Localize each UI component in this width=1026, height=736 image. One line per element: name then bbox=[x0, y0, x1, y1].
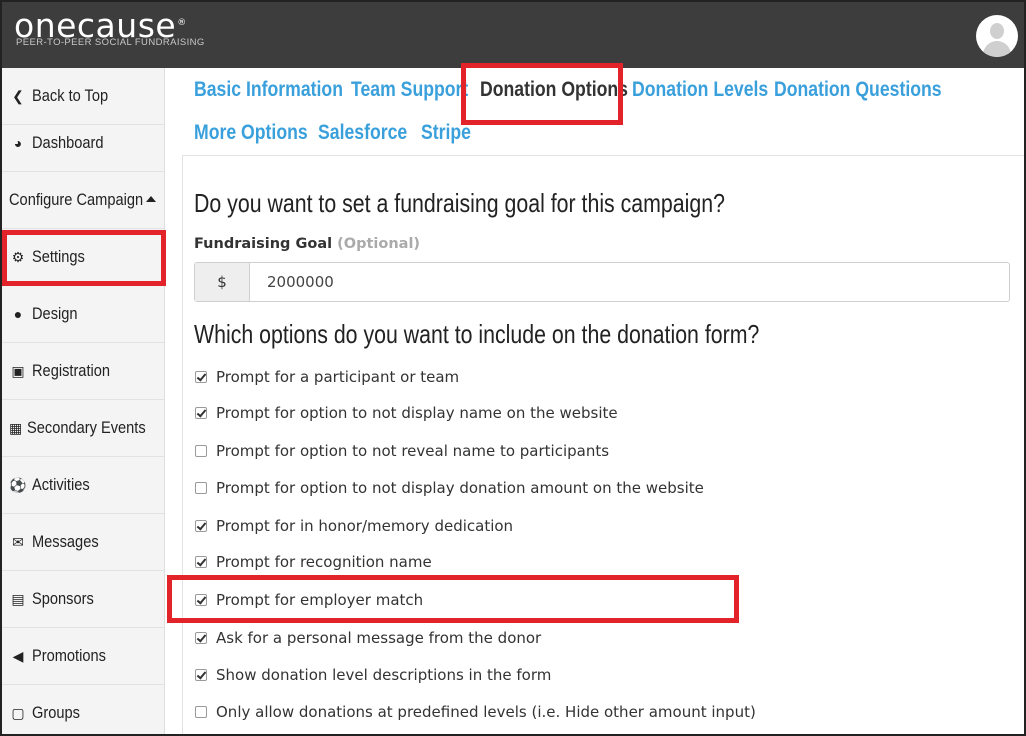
sidebar-item-activities[interactable]: ⚽ Activities bbox=[2, 457, 164, 514]
option-checkbox[interactable] bbox=[195, 407, 207, 419]
top-header: onecause® PEER-TO-PEER SOCIAL FUNDRAISIN… bbox=[2, 2, 1024, 68]
dashboard-gauge-icon: ◕ bbox=[13, 135, 23, 151]
option-checkbox[interactable] bbox=[195, 632, 207, 644]
sidebar-item-label: Messages bbox=[32, 532, 99, 551]
sidebar-item-promotions[interactable]: ◀ Promotions bbox=[2, 628, 164, 685]
sidebar-item-label: Groups bbox=[32, 703, 80, 722]
option-label: Prompt for option to not reveal name to … bbox=[216, 442, 610, 460]
sidebar-item-dashboard[interactable]: ◕ Dashboard bbox=[2, 115, 164, 172]
option-label: Show donation level descriptions in the … bbox=[216, 666, 552, 684]
option-row[interactable]: Only allow donations at predefined level… bbox=[194, 700, 756, 724]
sidebar-item-label: Dashboard bbox=[32, 133, 104, 152]
option-checkbox[interactable] bbox=[195, 706, 207, 718]
option-label: Prompt for option to not display donatio… bbox=[216, 479, 704, 497]
sidebar-item-secondary-events[interactable]: ▦ Secondary Events bbox=[2, 400, 164, 457]
option-row[interactable]: Prompt for option to not display name on… bbox=[194, 401, 618, 425]
tab-more-options[interactable]: More Options bbox=[194, 121, 308, 145]
option-row-employer-match[interactable]: Prompt for employer match bbox=[194, 588, 423, 612]
calendar-icon: ▦ bbox=[9, 419, 23, 436]
chevron-left-icon: ❮ bbox=[12, 87, 24, 104]
option-row[interactable]: Prompt for recognition name bbox=[194, 550, 432, 574]
megaphone-icon: ◀ bbox=[12, 647, 24, 664]
soccer-ball-icon: ⚽ bbox=[9, 476, 27, 493]
sidebar-item-label: Promotions bbox=[32, 646, 106, 665]
sidebar-item-label: Back to Top bbox=[32, 86, 109, 105]
goal-heading: Do you want to set a fundraising goal fo… bbox=[194, 188, 725, 218]
option-row[interactable]: Prompt for in honor/memory dedication bbox=[194, 514, 513, 538]
optional-hint: (Optional) bbox=[337, 236, 421, 252]
fundraising-goal-input[interactable]: 2000000 bbox=[250, 263, 1009, 301]
sidebar-item-messages[interactable]: ✉ Messages bbox=[2, 514, 164, 571]
currency-addon: $ bbox=[195, 263, 250, 301]
option-label: Ask for a personal message from the dono… bbox=[216, 629, 542, 647]
option-label: Prompt for a participant or team bbox=[216, 368, 460, 386]
sidebar-item-label: Configure Campaign bbox=[9, 190, 144, 209]
option-checkbox[interactable] bbox=[195, 556, 207, 568]
id-card-icon: ▣ bbox=[11, 362, 25, 379]
sidebar-item-settings[interactable]: ⚙ Settings bbox=[2, 229, 164, 286]
sidebar-item-label: Registration bbox=[32, 361, 111, 380]
sidebar-item-design[interactable]: ● Design bbox=[2, 286, 164, 343]
options-heading: Which options do you want to include on … bbox=[194, 319, 760, 349]
option-row[interactable]: Prompt for option to not display donatio… bbox=[194, 476, 704, 500]
tab-team-support[interactable]: Team Support bbox=[351, 78, 468, 102]
gift-icon: ▤ bbox=[11, 590, 25, 607]
option-checkbox[interactable] bbox=[195, 371, 207, 383]
sidebar-nav: ❮ Back to Top ◕ Dashboard Configure Camp… bbox=[2, 68, 165, 734]
object-group-icon: ▢ bbox=[11, 704, 25, 721]
sidebar-item-label: Sponsors bbox=[32, 589, 94, 608]
app-frame: onecause® PEER-TO-PEER SOCIAL FUNDRAISIN… bbox=[0, 0, 1026, 736]
tab-donation-options[interactable]: Donation Options bbox=[480, 78, 628, 102]
sidebar-item-label: Settings bbox=[32, 247, 85, 266]
sidebar-item-label: Activities bbox=[32, 475, 90, 494]
tab-donation-questions[interactable]: Donation Questions bbox=[774, 78, 942, 102]
sidebar-item-label: Secondary Events bbox=[27, 418, 146, 437]
option-checkbox[interactable] bbox=[195, 482, 207, 494]
sidebar-item-configure-campaign[interactable]: Configure Campaign bbox=[2, 172, 164, 229]
option-row[interactable]: Prompt for option to not reveal name to … bbox=[194, 439, 609, 463]
option-checkbox[interactable] bbox=[195, 520, 207, 532]
option-label: Prompt for in honor/memory dedication bbox=[216, 517, 514, 535]
fundraising-goal-input-group: $ 2000000 bbox=[194, 262, 1010, 302]
caret-up-icon bbox=[146, 196, 156, 202]
sidebar-item-label: Design bbox=[32, 304, 78, 323]
cogs-icon: ⚙ bbox=[11, 248, 25, 265]
globe-icon: ● bbox=[13, 306, 23, 322]
option-label: Prompt for employer match bbox=[216, 591, 424, 609]
tab-stripe[interactable]: Stripe bbox=[421, 121, 471, 145]
option-row[interactable]: Show donation level descriptions in the … bbox=[194, 663, 551, 687]
brand-tagline: PEER-TO-PEER SOCIAL FUNDRAISING bbox=[16, 37, 205, 48]
option-label: Prompt for recognition name bbox=[216, 553, 432, 571]
option-row[interactable]: Ask for a personal message from the dono… bbox=[194, 626, 541, 650]
tab-basic-information[interactable]: Basic Information bbox=[194, 78, 343, 102]
option-row[interactable]: Prompt for a participant or team bbox=[194, 365, 459, 389]
tab-salesforce[interactable]: Salesforce bbox=[318, 121, 407, 145]
option-checkbox[interactable] bbox=[195, 445, 207, 457]
option-checkbox[interactable] bbox=[195, 669, 207, 681]
sidebar-item-sponsors[interactable]: ▤ Sponsors bbox=[2, 571, 164, 628]
option-label: Prompt for option to not display name on… bbox=[216, 404, 618, 422]
sidebar-item-groups[interactable]: ▢ Groups bbox=[2, 685, 164, 734]
fundraising-goal-label: Fundraising Goal (Optional) bbox=[194, 236, 421, 252]
user-avatar-icon[interactable] bbox=[976, 15, 1018, 57]
option-label: Only allow donations at predefined level… bbox=[216, 703, 756, 721]
envelope-icon: ✉ bbox=[12, 533, 24, 550]
tab-donation-levels[interactable]: Donation Levels bbox=[632, 78, 768, 102]
option-checkbox[interactable] bbox=[195, 594, 207, 606]
sidebar-item-registration[interactable]: ▣ Registration bbox=[2, 343, 164, 400]
